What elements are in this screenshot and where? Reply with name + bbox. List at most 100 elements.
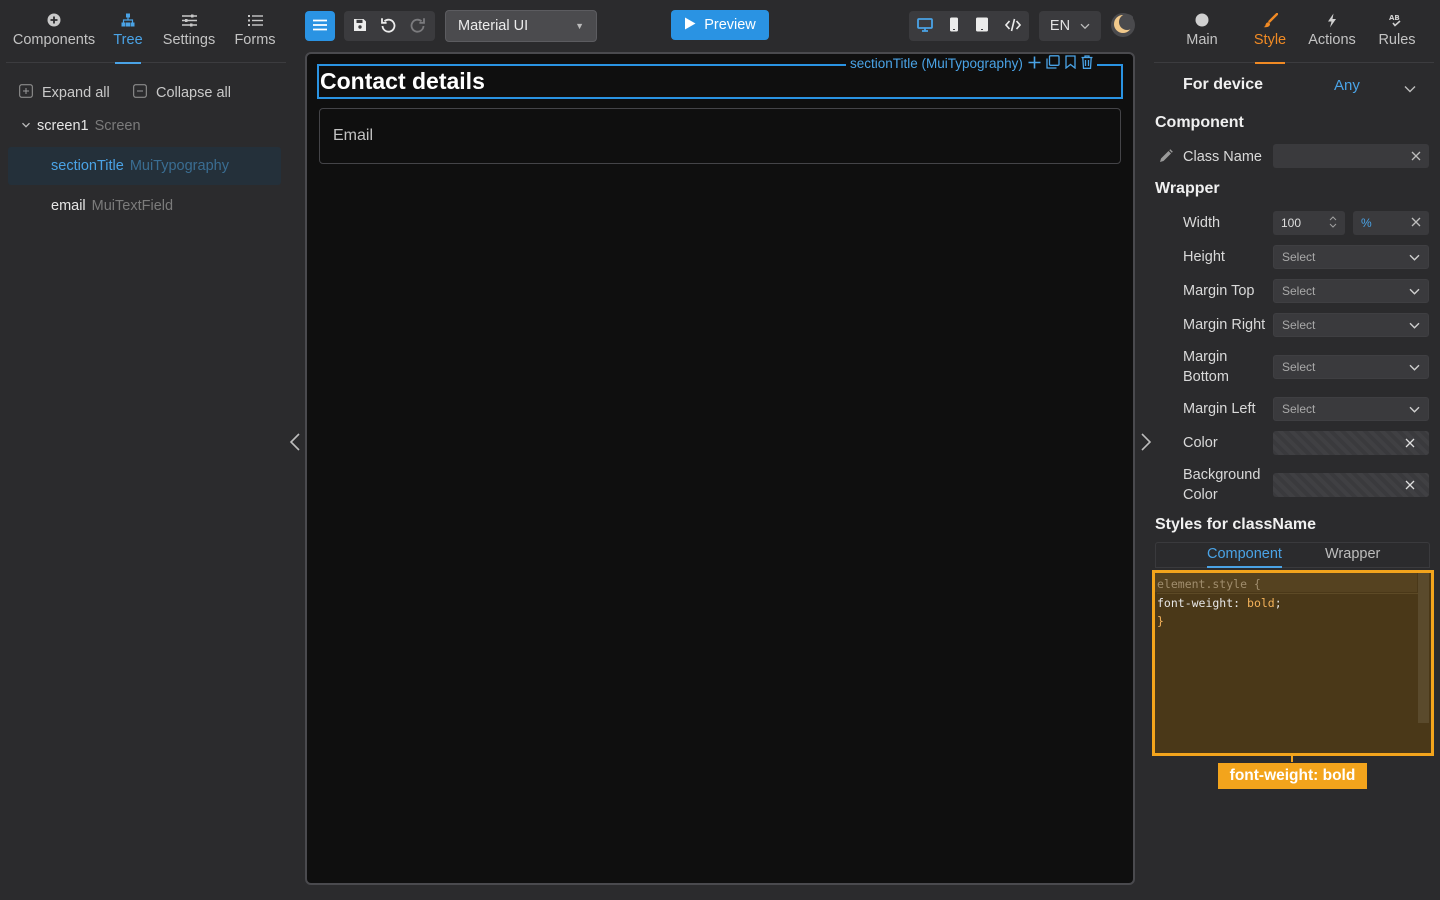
margin-bottom-select[interactable]: Select (1273, 355, 1429, 379)
theme-toggle[interactable] (1111, 13, 1135, 37)
menu-button[interactable] (305, 11, 335, 41)
tree-item-name: email (51, 198, 86, 214)
component-heading: Component (1155, 114, 1244, 131)
background-color-label: Background Color (1183, 465, 1260, 505)
tree-item-name: sectionTitle (51, 158, 124, 174)
tab-settings-label: Settings (162, 32, 216, 48)
chevron-down-icon[interactable] (1404, 80, 1416, 96)
color-label: Color (1183, 435, 1218, 451)
margin-top-value: Select (1282, 284, 1316, 298)
collapse-left-icon[interactable] (289, 432, 301, 455)
sliders-icon (181, 12, 197, 28)
add-icon[interactable] (1028, 56, 1041, 72)
chevron-down-icon (1409, 360, 1420, 374)
preview-button[interactable]: Preview (671, 10, 769, 40)
expand-icon (19, 84, 33, 102)
tab-main-label: Main (1186, 32, 1218, 48)
collapse-icon (133, 84, 147, 102)
stepper-icon[interactable] (1329, 215, 1337, 232)
code-icon[interactable] (1004, 18, 1022, 35)
brush-icon (1263, 12, 1278, 28)
desktop-icon[interactable] (917, 17, 933, 35)
tree-item-screen1[interactable]: screen1 Screen (8, 107, 281, 145)
tab-main[interactable]: Main (1154, 0, 1250, 63)
expand-all-button[interactable]: Expand all (19, 84, 110, 102)
margin-top-label: Margin Top (1183, 283, 1255, 299)
ui-library-value: Material UI (458, 18, 529, 34)
save-icon[interactable] (353, 18, 367, 35)
collapse-all-label: Collapse all (156, 85, 231, 101)
chevron-down-icon (1409, 284, 1420, 298)
tree-item-sectiontitle[interactable]: sectionTitle MuiTypography (8, 147, 281, 185)
class-name-label: Class Name (1183, 149, 1262, 165)
language-select[interactable]: EN (1039, 11, 1101, 41)
tab-tree-label: Tree (113, 32, 143, 48)
mobile-icon[interactable] (949, 17, 959, 35)
class-name-input[interactable] (1273, 144, 1429, 168)
chevron-down-icon (1409, 402, 1420, 416)
left-panel: Components Tree Settings Forms Expand al… (0, 0, 292, 900)
code-line-2: font-weight: bold; (1157, 596, 1282, 610)
width-unit-select[interactable]: % (1353, 211, 1429, 235)
tab-tree[interactable]: Tree (102, 0, 154, 63)
redo-icon[interactable] (410, 17, 426, 36)
left-tabs: Components Tree Settings Forms (6, 0, 286, 63)
section-title-text: Contact details (320, 68, 485, 94)
tab-rules[interactable]: AB Rules (1369, 0, 1425, 63)
svg-text:AB: AB (1389, 14, 1400, 22)
clear-icon[interactable] (1411, 216, 1421, 230)
tab-style-wrapper[interactable]: Wrapper (1325, 546, 1380, 562)
bookmark-icon[interactable] (1065, 55, 1076, 72)
margin-right-select[interactable]: Select (1273, 313, 1429, 337)
background-color-picker[interactable] (1273, 473, 1429, 497)
chevron-down-icon[interactable] (21, 118, 31, 134)
width-input[interactable]: 100 (1273, 211, 1345, 235)
width-value: 100 (1281, 216, 1302, 230)
wrapper-heading: Wrapper (1155, 180, 1220, 197)
background-color-label-line1: Background (1183, 467, 1261, 483)
hint-pointer (1291, 756, 1293, 762)
tab-components-label: Components (12, 32, 96, 48)
hierarchy-icon (121, 12, 135, 28)
height-select[interactable]: Select (1273, 245, 1429, 269)
email-field[interactable]: Email (319, 108, 1121, 164)
undo-icon[interactable] (380, 17, 396, 36)
margin-left-select[interactable]: Select (1273, 397, 1429, 421)
tab-forms[interactable]: Forms (224, 0, 286, 63)
tab-components[interactable]: Components (6, 0, 102, 63)
clear-icon[interactable] (1405, 435, 1415, 451)
tree-item-type: Screen (94, 118, 141, 134)
tab-forms-label: Forms (234, 32, 276, 48)
device-select-value[interactable]: Any (1334, 77, 1360, 94)
clear-icon[interactable] (1411, 148, 1421, 164)
margin-bottom-label-line2: Bottom (1183, 369, 1229, 385)
tablet-icon[interactable] (975, 17, 989, 35)
tree-item-email[interactable]: email MuiTextField (8, 187, 281, 225)
style-tabs: Component Wrapper (1155, 542, 1430, 568)
duplicate-icon[interactable] (1046, 55, 1060, 72)
trash-icon[interactable] (1081, 55, 1093, 72)
tree-item-name: screen1 (37, 118, 89, 134)
collapse-all-button[interactable]: Collapse all (133, 84, 231, 102)
background-color-label-line2: Color (1183, 487, 1218, 503)
ui-library-select[interactable]: Material UI ▼ (445, 10, 597, 42)
expand-all-label: Expand all (42, 85, 110, 101)
tree-item-type: MuiTypography (129, 158, 229, 174)
margin-bottom-value: Select (1282, 360, 1316, 374)
color-picker[interactable] (1273, 431, 1429, 455)
margin-bottom-label: Margin Bottom (1183, 347, 1229, 387)
circle-icon (1195, 12, 1209, 28)
design-canvas[interactable] (305, 52, 1135, 885)
tab-style-component[interactable]: Component (1207, 546, 1282, 568)
tab-settings[interactable]: Settings (154, 0, 224, 63)
tab-style[interactable]: Style (1245, 0, 1295, 63)
css-editor[interactable]: element.style { font-weight: bold; } (1152, 570, 1434, 756)
margin-left-value: Select (1282, 402, 1316, 416)
editor-scrollbar[interactable] (1418, 573, 1429, 723)
margin-top-select[interactable]: Select (1273, 279, 1429, 303)
play-icon (684, 17, 696, 34)
clear-icon[interactable] (1405, 477, 1415, 493)
tab-actions[interactable]: Actions (1295, 0, 1369, 63)
lightning-icon (1327, 12, 1337, 28)
tab-rules-label: Rules (1378, 32, 1416, 48)
